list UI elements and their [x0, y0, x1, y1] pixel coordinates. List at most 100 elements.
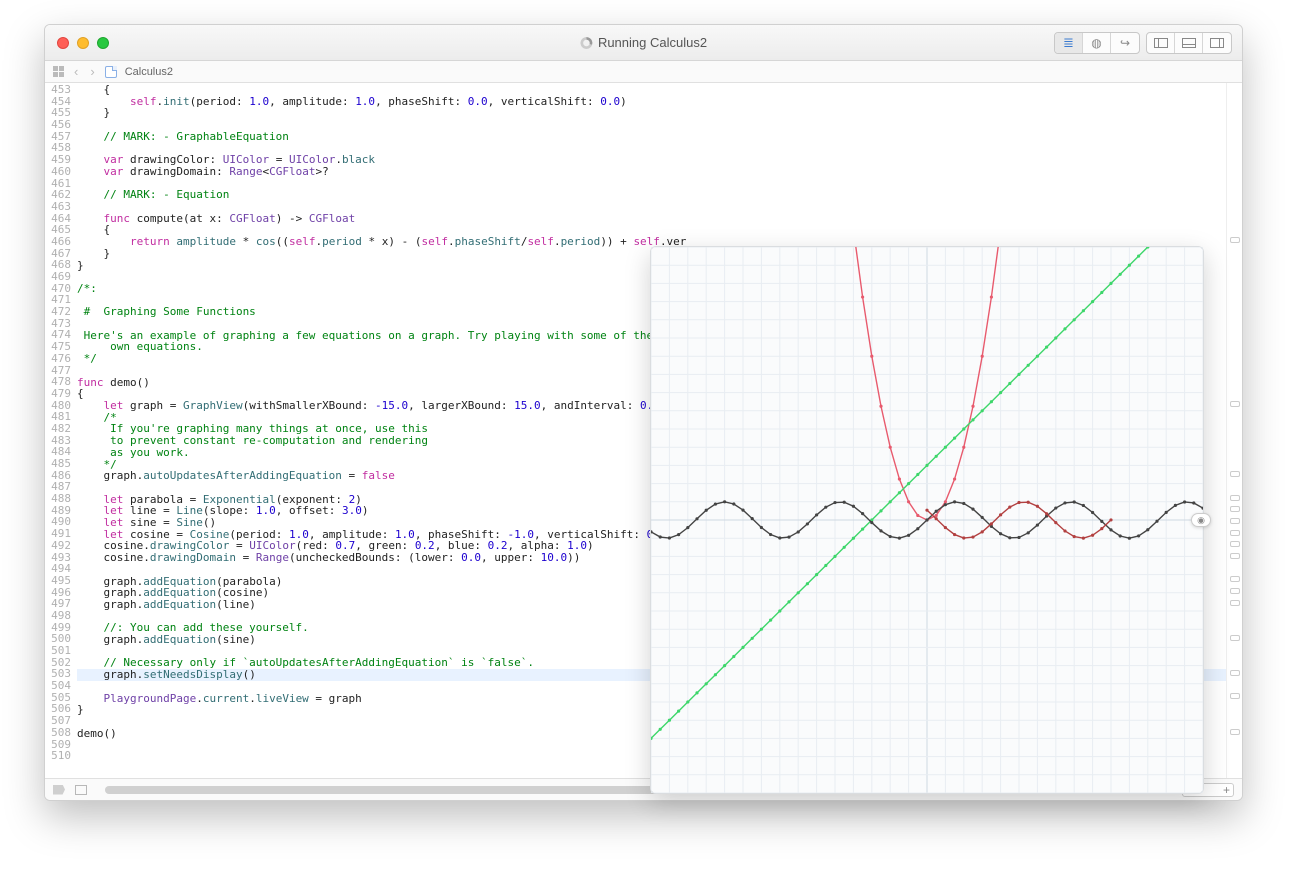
point — [1036, 505, 1039, 508]
point — [797, 591, 800, 594]
point — [1008, 382, 1011, 385]
result-marker[interactable] — [1230, 588, 1240, 594]
breadcrumb-file[interactable]: Calculus2 — [125, 66, 173, 78]
panel-toggle-icon[interactable] — [75, 785, 87, 795]
point — [1008, 536, 1011, 539]
pane-toggle-segmented[interactable] — [1146, 32, 1232, 54]
related-items-icon[interactable] — [53, 66, 64, 77]
point — [916, 527, 919, 530]
result-marker[interactable] — [1230, 506, 1240, 512]
minimize-button[interactable] — [77, 37, 89, 49]
point — [1036, 523, 1039, 526]
point — [1082, 537, 1085, 540]
result-marker[interactable] — [1230, 495, 1240, 501]
point — [925, 509, 928, 512]
plus-icon: + — [1223, 783, 1230, 797]
result-marker[interactable] — [1230, 237, 1240, 243]
point — [723, 500, 726, 503]
line-number: 466 — [45, 236, 77, 248]
result-marker[interactable] — [1230, 670, 1240, 676]
point — [1073, 535, 1076, 538]
version-editor-button[interactable] — [1111, 33, 1139, 53]
result-marker[interactable] — [1230, 541, 1240, 547]
bottom-pane-toggle[interactable] — [1175, 33, 1203, 53]
point — [907, 534, 910, 537]
point — [1054, 521, 1057, 524]
point — [1137, 534, 1140, 537]
point — [925, 464, 928, 467]
code-line[interactable]: } — [77, 107, 1226, 119]
result-marker[interactable] — [1230, 518, 1240, 524]
point — [1027, 364, 1030, 367]
arrow-icon — [1120, 34, 1130, 52]
result-marker[interactable] — [1230, 576, 1240, 582]
result-marker[interactable] — [1230, 401, 1240, 407]
point — [953, 477, 956, 480]
left-pane-toggle[interactable] — [1147, 33, 1175, 53]
point — [907, 500, 910, 503]
forward-button[interactable]: › — [88, 64, 96, 79]
point — [879, 509, 882, 512]
assistant-editor-button[interactable] — [1083, 33, 1111, 53]
result-marker[interactable] — [1230, 553, 1240, 559]
code-line[interactable]: self.init(period: 1.0, amplitude: 1.0, p… — [77, 96, 1226, 108]
line-number: 463 — [45, 201, 77, 213]
point — [916, 473, 919, 476]
result-marker[interactable] — [1230, 600, 1240, 606]
point — [999, 513, 1002, 516]
right-pane-toggle[interactable] — [1203, 33, 1231, 53]
line-number: 501 — [45, 645, 77, 657]
point — [916, 514, 919, 517]
point — [971, 508, 974, 511]
point — [861, 512, 864, 515]
code-line[interactable]: // MARK: - GraphableEquation — [77, 131, 1226, 143]
point — [833, 555, 836, 558]
point — [971, 535, 974, 538]
close-button[interactable] — [57, 37, 69, 49]
line-number: 508 — [45, 727, 77, 739]
code-line[interactable]: // MARK: - Equation — [77, 189, 1226, 201]
quicklook-eye-icon[interactable] — [1191, 513, 1211, 527]
result-marker[interactable] — [1230, 530, 1240, 536]
result-marker[interactable] — [1230, 471, 1240, 477]
point — [861, 295, 864, 298]
point — [1073, 318, 1076, 321]
result-marker[interactable] — [1230, 729, 1240, 735]
standard-editor-button[interactable] — [1055, 33, 1083, 53]
zoom-button[interactable] — [97, 37, 109, 49]
point — [1100, 291, 1103, 294]
point — [824, 564, 827, 567]
code-line[interactable]: func compute(at x: CGFloat) -> CGFloat — [77, 213, 1226, 225]
point — [695, 691, 698, 694]
back-button[interactable]: ‹ — [72, 64, 80, 79]
line-number: 482 — [45, 423, 77, 435]
result-marker[interactable] — [1230, 693, 1240, 699]
point — [778, 609, 781, 612]
point — [944, 503, 947, 506]
point — [981, 409, 984, 412]
code-line[interactable] — [77, 178, 1226, 190]
point — [1063, 501, 1066, 504]
point — [833, 501, 836, 504]
point — [769, 533, 772, 536]
results-sidebar — [1226, 83, 1242, 778]
point — [1063, 529, 1066, 532]
right-pane-icon — [1210, 38, 1224, 48]
point — [981, 530, 984, 533]
window-title: Running Calculus2 — [580, 35, 707, 50]
point — [815, 513, 818, 516]
line-number: 492 — [45, 540, 77, 552]
point — [1119, 534, 1122, 537]
venn-icon — [1091, 34, 1101, 52]
point — [1063, 327, 1066, 330]
breakpoint-icon[interactable] — [53, 785, 65, 795]
result-marker[interactable] — [1230, 635, 1240, 641]
point — [1192, 501, 1195, 504]
point — [751, 517, 754, 520]
editor-mode-segmented[interactable] — [1054, 32, 1140, 54]
point — [760, 526, 763, 529]
code-line[interactable]: var drawingDomain: Range<CGFloat>? — [77, 166, 1226, 178]
point — [806, 522, 809, 525]
point — [1091, 511, 1094, 514]
point — [879, 405, 882, 408]
